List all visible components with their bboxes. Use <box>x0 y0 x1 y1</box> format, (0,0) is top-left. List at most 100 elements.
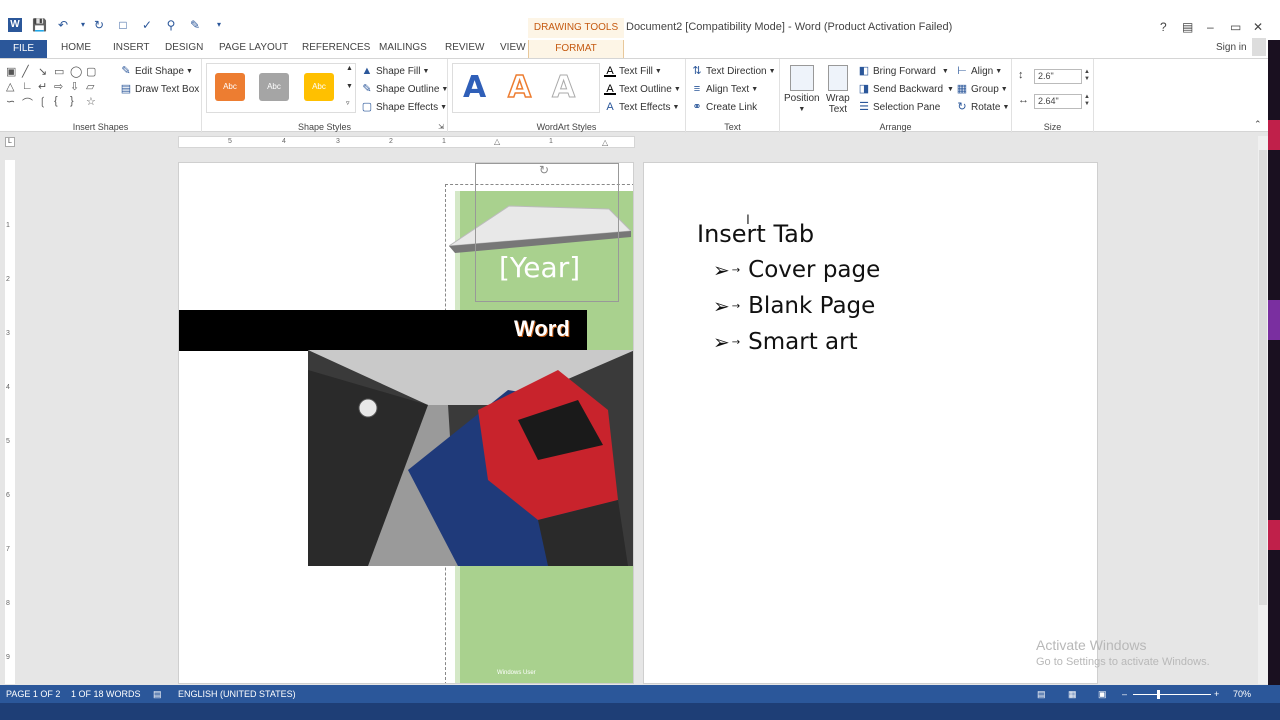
document-heading[interactable]: Insert Tab <box>697 220 814 248</box>
arrow-shape-icon[interactable]: ↘ <box>38 65 54 80</box>
tab-insert[interactable]: INSERT <box>113 42 150 53</box>
indent-marker-icon[interactable]: △ <box>494 137 500 146</box>
triangle-shape-icon[interactable]: △ <box>6 80 22 95</box>
wordart-style-letter[interactable]: A <box>551 70 575 106</box>
tab-view[interactable]: VIEW <box>500 42 526 53</box>
shape-outline-button[interactable]: ✎ Shape Outline ▼ <box>361 83 448 95</box>
horizontal-ruler[interactable]: 5 4 3 2 1 △ 1 △ <box>178 136 635 148</box>
right-indent-marker-icon[interactable]: △ <box>602 138 608 147</box>
undo-icon[interactable]: ↶ <box>56 18 70 32</box>
proofing-icon[interactable]: ▤ <box>153 689 162 700</box>
avatar[interactable] <box>1252 38 1266 56</box>
rectangle-shape-icon[interactable]: ▭ <box>54 65 70 80</box>
print-layout-icon[interactable]: ▦ <box>1068 689 1077 700</box>
arc-shape-icon[interactable]: ⌒ <box>22 95 38 110</box>
ribbon-display-options-icon[interactable]: ▤ <box>1182 20 1193 34</box>
align-button[interactable]: ⊢ Align ▼ <box>956 65 1002 77</box>
draw-text-box-button[interactable]: ▤ Draw Text Box <box>120 83 200 95</box>
right-arrow-shape-icon[interactable]: ⇨ <box>54 80 70 95</box>
rotate-handle-icon[interactable]: ↻ <box>539 163 549 177</box>
text-fill-button[interactable]: A Text Fill ▼ <box>604 65 662 77</box>
save-icon[interactable]: 💾 <box>32 18 47 32</box>
new-document-icon[interactable]: □ <box>116 18 130 32</box>
tab-page-layout[interactable]: PAGE LAYOUT <box>219 42 288 53</box>
read-mode-icon[interactable]: ▤ <box>1037 689 1046 700</box>
rotate-button[interactable]: ↻ Rotate ▼ <box>956 101 1009 113</box>
freeform-shape-icon[interactable]: ▱ <box>86 80 102 95</box>
word-count[interactable]: 1 OF 18 WORDS <box>71 689 141 699</box>
text-outline-button[interactable]: A Text Outline ▼ <box>604 83 681 95</box>
dialog-launcher-icon[interactable]: ⇲ <box>438 123 444 131</box>
document-title-text[interactable]: Word <box>514 316 570 342</box>
star-shape-icon[interactable]: ☆ <box>86 95 102 110</box>
text-effects-button[interactable]: A Text Effects ▼ <box>604 101 679 113</box>
zoom-slider[interactable] <box>1133 694 1211 695</box>
elbow-shape-icon[interactable]: ↵ <box>38 80 54 95</box>
shape-style-swatch[interactable]: Abc <box>215 73 245 101</box>
line-shape-icon[interactable]: ╱ <box>22 65 38 80</box>
spelling-icon[interactable]: ✓ <box>140 18 154 32</box>
year-placeholder[interactable]: [Year] <box>499 251 580 284</box>
undo-dropdown-icon[interactable]: ▾ <box>80 18 86 32</box>
align-text-button[interactable]: ≡ Align Text ▼ <box>691 83 758 95</box>
brace-shape-icon[interactable]: { <box>54 95 70 110</box>
shape-height-input[interactable]: 2.6" <box>1034 69 1082 84</box>
wordart-style-letter[interactable]: A <box>463 70 486 105</box>
tab-home[interactable]: HOME <box>61 42 91 53</box>
position-button[interactable]: Position ▼ <box>784 93 820 115</box>
bullet-item[interactable]: ➢ → Smart art <box>713 329 858 355</box>
oval-shape-icon[interactable]: ◯ <box>70 65 86 80</box>
shape-style-swatch[interactable]: Abc <box>259 73 289 101</box>
page-count[interactable]: PAGE 1 OF 2 <box>6 689 60 699</box>
connector-shape-icon[interactable]: ∟ <box>22 80 38 95</box>
tab-review[interactable]: REVIEW <box>445 42 484 53</box>
selection-pane-button[interactable]: ☰ Selection Pane <box>858 101 940 113</box>
shape-width-input[interactable]: 2.64" <box>1034 94 1082 109</box>
text-direction-button[interactable]: ⇅ Text Direction ▼ <box>691 65 775 77</box>
send-backward-button[interactable]: ◨ Send Backward ▼ <box>858 83 954 95</box>
rounded-rect-shape-icon[interactable]: ▢ <box>86 65 102 80</box>
bullet-item[interactable]: ➢ → Cover page <box>713 257 880 283</box>
redo-icon[interactable]: ↻ <box>92 18 106 32</box>
height-spinner-icon[interactable]: ▲ ▼ <box>1084 69 1090 83</box>
group-button[interactable]: ▦ Group ▼ <box>956 83 1008 95</box>
shape-style-swatch[interactable]: Abc <box>304 73 334 101</box>
wordart-style-letter[interactable]: A <box>507 69 532 106</box>
wrap-text-button[interactable]: Wrap Text <box>826 93 850 115</box>
width-spinner-icon[interactable]: ▲ ▼ <box>1084 94 1090 108</box>
shapes-gallery[interactable]: ▣ ╱ ↘ ▭ ◯ ▢ △ ∟ ↵ ⇨ ⇩ ▱ ∽ ⌒ ❲ { } ☆ <box>6 65 106 110</box>
collapse-ribbon-icon[interactable]: ⌃ <box>1254 119 1262 130</box>
language-indicator[interactable]: ENGLISH (UNITED STATES) <box>178 689 296 699</box>
bullet-item[interactable]: ➢ → Blank Page <box>713 293 875 319</box>
train-photo[interactable] <box>308 350 634 566</box>
close-button[interactable]: ✕ <box>1253 20 1263 34</box>
tab-mailings[interactable]: MAILINGS <box>379 42 427 53</box>
author-text[interactable]: Windows User <box>497 670 536 676</box>
tab-file[interactable]: FILE <box>0 40 47 58</box>
scrollbar-thumb[interactable] <box>1259 150 1267 605</box>
gallery-scroll-up-icon[interactable]: ▲ <box>346 65 353 72</box>
vertical-ruler[interactable]: 1 2 3 4 5 6 7 8 9 <box>5 160 15 684</box>
tab-design[interactable]: DESIGN <box>165 42 203 53</box>
zoom-level[interactable]: 70% <box>1233 689 1251 699</box>
wrap-text-icon[interactable] <box>828 65 848 91</box>
position-icon[interactable] <box>790 65 814 91</box>
minimize-button[interactable]: – <box>1207 20 1214 34</box>
tab-format[interactable]: FORMAT <box>528 40 624 58</box>
tab-references[interactable]: REFERENCES <box>302 42 370 53</box>
textbox-shape-icon[interactable]: ▣ <box>6 65 22 80</box>
restore-button[interactable]: ▭ <box>1230 20 1241 34</box>
gallery-scroll-down-icon[interactable]: ▼ <box>346 83 353 90</box>
bracket-shape-icon[interactable]: ❲ <box>38 95 54 110</box>
bring-forward-button[interactable]: ◧ Bring Forward ▼ <box>858 65 949 77</box>
shape-fill-button[interactable]: ▲ Shape Fill ▼ <box>361 65 430 77</box>
format-painter-icon[interactable]: ✎ <box>188 18 202 32</box>
brace-right-shape-icon[interactable]: } <box>70 95 86 110</box>
tab-selector-icon[interactable]: L <box>5 137 15 147</box>
create-link-button[interactable]: ⚭ Create Link <box>691 101 757 113</box>
customize-qat-icon[interactable]: ▾ <box>212 18 226 32</box>
shape-effects-button[interactable]: ▢ Shape Effects ▼ <box>361 101 447 113</box>
print-preview-icon[interactable]: ⚲ <box>164 18 178 32</box>
zoom-slider-thumb[interactable] <box>1157 690 1160 699</box>
gallery-more-icon[interactable]: ▿ <box>346 99 350 107</box>
